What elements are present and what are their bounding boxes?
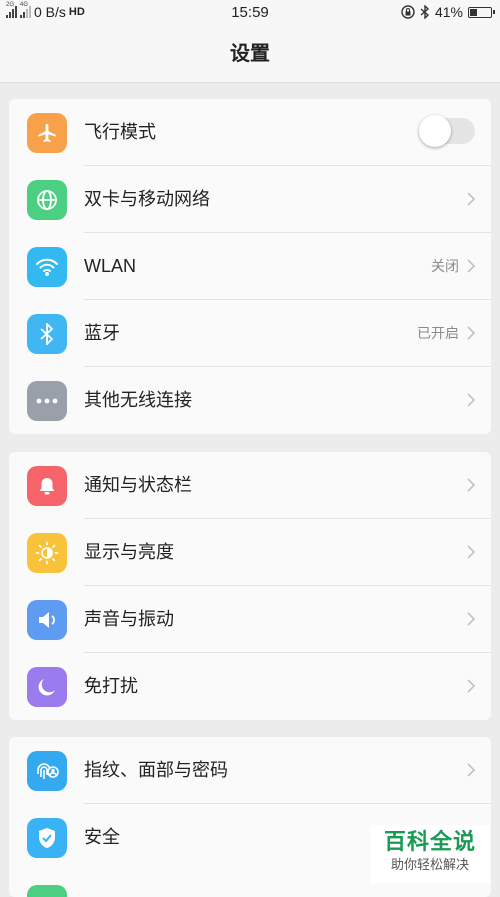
airplane-mode-toggle[interactable] <box>419 115 475 147</box>
globe-icon <box>27 180 67 220</box>
rotation-lock-icon <box>401 5 415 19</box>
watermark-title: 百科全说 <box>383 829 476 854</box>
other-wireless-label: 其他无线连接 <box>84 390 192 410</box>
security-label: 安全 <box>84 827 120 847</box>
more-icon <box>27 381 67 421</box>
battery-percent: 41% <box>434 4 463 20</box>
bluetooth-status: 已开启 <box>417 325 459 341</box>
page-title: 设置 <box>0 26 500 83</box>
airplane-mode-label: 飞行模式 <box>84 122 156 142</box>
chevron-right-icon <box>467 326 476 340</box>
wifi-icon <box>27 247 67 287</box>
settings-item-airplane-mode[interactable]: 飞行模式 <box>9 99 491 166</box>
chevron-right-icon <box>467 763 476 777</box>
notifications-label: 通知与状态栏 <box>84 475 192 495</box>
settings-item-dual-sim-network[interactable]: 双卡与移动网络 <box>9 166 491 233</box>
dual-sim-label: 双卡与移动网络 <box>84 189 210 209</box>
sound-vibration-label: 声音与振动 <box>84 609 174 629</box>
chevron-right-icon <box>467 192 476 206</box>
bluetooth-label: 蓝牙 <box>84 323 120 343</box>
wlan-status: 关闭 <box>431 258 459 274</box>
chevron-right-icon <box>467 393 476 407</box>
moon-icon <box>27 667 67 707</box>
display-brightness-label: 显示与亮度 <box>84 542 174 562</box>
settings-item-bluetooth[interactable]: 蓝牙 已开启 <box>9 300 491 367</box>
airplane-icon <box>27 113 67 153</box>
wlan-label: WLAN <box>84 256 137 276</box>
chevron-right-icon <box>467 612 476 626</box>
settings-item-display-brightness[interactable]: 显示与亮度 <box>9 519 491 586</box>
chevron-right-icon <box>467 545 476 559</box>
bluetooth-status-icon <box>420 5 429 19</box>
settings-item-sound-vibration[interactable]: 声音与振动 <box>9 586 491 653</box>
fingerprint-icon <box>27 751 67 791</box>
shield-icon <box>27 818 67 858</box>
settings-item-do-not-disturb[interactable]: 免打扰 <box>9 653 491 720</box>
settings-item-notifications[interactable]: 通知与状态栏 <box>9 452 491 519</box>
battery-icon <box>468 6 495 18</box>
status-right: 41% <box>401 4 495 20</box>
speaker-icon <box>27 600 67 640</box>
settings-item-other-wireless[interactable]: 其他无线连接 <box>9 367 491 434</box>
settings-item-fingerprint-face-password[interactable]: 指纹、面部与密码 <box>9 737 491 804</box>
brightness-icon <box>27 533 67 573</box>
bell-icon <box>27 466 67 506</box>
watermark-logo: 百科全说 助你轻松解决 <box>370 825 490 883</box>
chevron-right-icon <box>467 478 476 492</box>
settings-item-wlan[interactable]: WLAN 关闭 <box>9 233 491 300</box>
watermark-subtitle: 助你轻松解决 <box>390 857 469 872</box>
settings-group-connectivity: 飞行模式 双卡与移动网络 WLAN 关闭 蓝牙 已开启 其他无线连接 <box>9 99 491 434</box>
toggle-knob <box>419 115 451 147</box>
green-app-icon <box>27 885 67 897</box>
status-bar: 2G 4G 0 B/s HD 15:59 41% <box>0 0 500 26</box>
chevron-right-icon <box>467 259 476 273</box>
do-not-disturb-label: 免打扰 <box>84 676 138 696</box>
fingerprint-face-password-label: 指纹、面部与密码 <box>84 760 228 780</box>
chevron-right-icon <box>467 679 476 693</box>
bluetooth-icon <box>27 314 67 354</box>
settings-group-display: 通知与状态栏 显示与亮度 声音与振动 免打扰 <box>9 452 491 720</box>
